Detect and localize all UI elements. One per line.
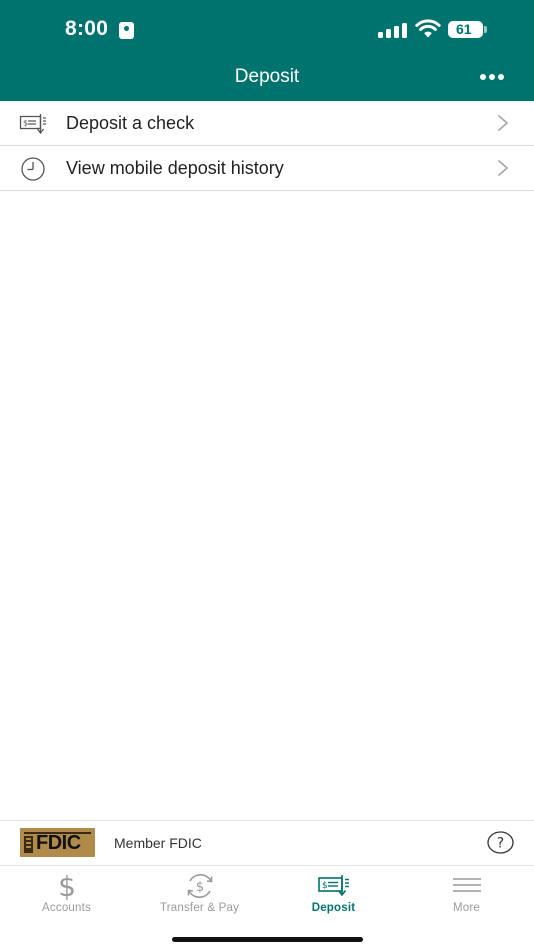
menu-item-label: View mobile deposit history xyxy=(66,158,284,178)
page-title: Deposit xyxy=(234,66,300,87)
transfer-icon: $ xyxy=(187,874,212,898)
more-options-icon[interactable] xyxy=(477,70,507,84)
menu-item-deposit-history[interactable]: View mobile deposit history xyxy=(0,146,534,191)
tab-deposit[interactable]: $ Deposit xyxy=(267,866,400,922)
status-time: 8:00 xyxy=(65,17,109,40)
battery-icon: 61 xyxy=(448,21,483,38)
clock-icon xyxy=(21,157,45,181)
menu-lines-icon xyxy=(452,878,481,892)
deposit-menu-list: $ Deposit a check View mobile deposit hi… xyxy=(0,101,534,191)
svg-text:$: $ xyxy=(195,880,203,895)
chevron-right-icon xyxy=(498,115,508,131)
wifi-icon xyxy=(415,19,441,38)
check-deposit-icon: $ xyxy=(317,875,349,897)
check-deposit-icon: $ xyxy=(19,114,46,135)
fdic-logo: FDIC xyxy=(20,828,95,857)
tab-label: Transfer & Pay xyxy=(159,902,240,914)
tab-transfer-pay[interactable]: $ Transfer & Pay xyxy=(133,866,266,922)
svg-text:$: $ xyxy=(322,881,328,891)
tab-label: Deposit xyxy=(311,902,356,914)
svg-text:$: $ xyxy=(58,872,76,900)
fdic-logo-text: FDIC xyxy=(36,832,81,854)
app-header: 8:00 61 Deposit xyxy=(0,0,534,101)
battery-nub xyxy=(484,26,487,33)
tab-label: More xyxy=(452,902,480,914)
menu-item-label: Deposit a check xyxy=(66,113,195,133)
contact-card-icon xyxy=(119,22,134,39)
chevron-right-icon xyxy=(498,160,508,176)
tab-more[interactable]: More xyxy=(400,866,533,922)
tab-accounts[interactable]: $ Accounts xyxy=(0,866,133,922)
help-icon[interactable]: ? xyxy=(487,831,514,854)
tab-label: Accounts xyxy=(42,902,91,914)
member-fdic-text: Member FDIC xyxy=(114,835,202,851)
svg-text:?: ? xyxy=(497,836,504,852)
menu-item-deposit-check[interactable]: $ Deposit a check xyxy=(0,101,534,146)
home-indicator[interactable] xyxy=(172,937,363,942)
dollar-icon: $ xyxy=(58,872,76,900)
fdic-footer: FDIC Member FDIC ? xyxy=(0,820,534,866)
svg-text:$: $ xyxy=(23,119,28,128)
cellular-signal-icon xyxy=(378,22,408,38)
